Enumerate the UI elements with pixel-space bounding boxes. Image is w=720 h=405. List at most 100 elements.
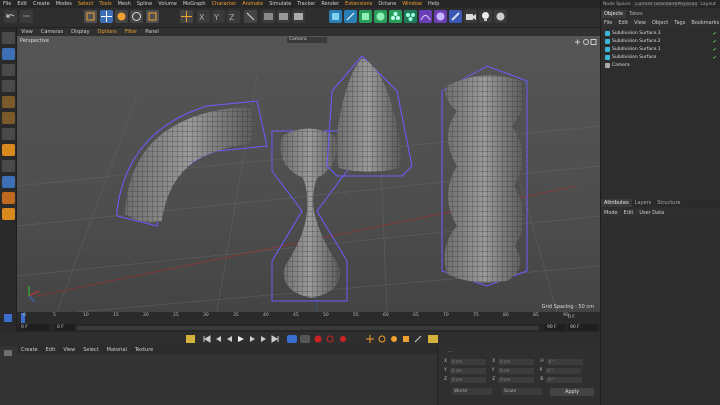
y-axis-icon[interactable]: Y: [212, 10, 225, 23]
menu-octane[interactable]: Octane: [375, 0, 399, 8]
viewport-menu-cameras[interactable]: Cameras: [37, 28, 67, 36]
camera-icon[interactable]: [464, 10, 477, 23]
start-frame-field[interactable]: 0 F: [19, 324, 49, 331]
menu-extensions[interactable]: Extensions: [342, 0, 375, 8]
go-to-end-icon[interactable]: [271, 335, 279, 343]
make-editable-icon[interactable]: [2, 32, 15, 44]
attributes-menu-mode[interactable]: Mode: [601, 209, 621, 217]
key-param-icon[interactable]: [402, 335, 410, 343]
coord-value-field[interactable]: 0 cm: [449, 367, 486, 374]
coord-value-field[interactable]: 0 °: [546, 376, 583, 383]
layout-label[interactable]: Layout: [698, 2, 717, 7]
range-start-field[interactable]: 0 F: [55, 324, 75, 331]
tab-takes[interactable]: Takes: [626, 10, 646, 18]
object-list-item[interactable]: Camera: [605, 62, 717, 69]
menu-window[interactable]: Window: [399, 0, 425, 8]
enabled-check-icon[interactable]: ✔: [713, 47, 717, 53]
scene-icon[interactable]: [449, 10, 462, 23]
record-keys-icon[interactable]: [300, 335, 310, 343]
material-menu-create[interactable]: Create: [17, 346, 42, 354]
menu-select[interactable]: Select: [75, 0, 96, 8]
material-menu-texture[interactable]: Texture: [131, 346, 157, 354]
environment-icon[interactable]: [434, 10, 447, 23]
world-coordinates-icon[interactable]: [244, 10, 257, 23]
objects-menu-bookmarks[interactable]: Bookmarks: [688, 19, 720, 27]
attributes-menu-user-data[interactable]: User Data: [636, 209, 667, 217]
next-key-icon[interactable]: [260, 335, 268, 343]
coord-value-field[interactable]: 0 cm: [450, 376, 487, 383]
recent-tools-icon[interactable]: [146, 10, 159, 23]
objects-menu-file[interactable]: File: [601, 19, 615, 27]
menu-mesh[interactable]: Mesh: [115, 0, 134, 8]
range-slider[interactable]: [77, 326, 539, 330]
viewport-menu-view[interactable]: View: [17, 28, 37, 36]
objects-menu-edit[interactable]: Edit: [615, 19, 631, 27]
cloner-icon[interactable]: [389, 10, 402, 23]
scale-icon[interactable]: [115, 10, 128, 23]
menu-character[interactable]: Character: [209, 0, 240, 8]
enabled-check-icon[interactable]: ✔: [713, 31, 717, 37]
snapping-icon[interactable]: [2, 160, 15, 172]
menu-animate[interactable]: Animate: [239, 0, 266, 8]
menu-mograph[interactable]: MoGraph: [180, 0, 209, 8]
objects-menu-object[interactable]: Object: [649, 19, 671, 27]
tab-structure[interactable]: Structure: [654, 199, 683, 207]
edges-mode-icon[interactable]: [2, 112, 15, 124]
coord-type-select[interactable]: Scale: [502, 388, 542, 395]
octane-icon[interactable]: [494, 10, 507, 23]
menu-spline[interactable]: Spline: [134, 0, 155, 8]
object-list-item[interactable]: Subdivision Surface.2 ✔: [605, 38, 717, 45]
coord-value-field[interactable]: 0 cm: [497, 367, 534, 374]
object-list-item[interactable]: Subdivision Surface.1 ✔: [605, 46, 717, 53]
motion-system-icon[interactable]: [186, 335, 195, 343]
z-axis-icon[interactable]: Z: [227, 10, 240, 23]
previous-frame-icon[interactable]: [225, 335, 233, 343]
undo-icon[interactable]: [4, 10, 17, 23]
objects-menu-view[interactable]: View: [631, 19, 649, 27]
next-frame-icon[interactable]: [249, 335, 257, 343]
texture-mode-icon[interactable]: [2, 64, 15, 76]
key-scale-icon[interactable]: [390, 335, 398, 343]
loop-icon[interactable]: [287, 335, 297, 343]
key-position-icon[interactable]: [366, 335, 374, 343]
current-frame-field[interactable]: 0 F: [568, 315, 575, 320]
previous-key-icon[interactable]: [214, 335, 222, 343]
coord-value-field[interactable]: 0 cm: [498, 358, 535, 365]
field-icon[interactable]: [404, 10, 417, 23]
menu-tools[interactable]: Tools: [96, 0, 114, 8]
play-icon[interactable]: [237, 335, 245, 343]
end-frame-field[interactable]: 90 F: [568, 324, 598, 331]
subdivision-surface-icon[interactable]: [359, 10, 372, 23]
menu-simulate[interactable]: Simulate: [266, 0, 294, 8]
menu-volume[interactable]: Volume: [155, 0, 180, 8]
perspective-viewport[interactable]: Perspective Camera Grid Spacing: 50 cm: [17, 36, 600, 312]
enabled-check-icon[interactable]: ✔: [713, 55, 717, 61]
coord-dots[interactable]: ...: [448, 348, 453, 354]
tab-attributes[interactable]: Attributes: [601, 199, 632, 207]
pen-icon[interactable]: [344, 10, 357, 23]
key-rotation-icon[interactable]: [378, 335, 386, 343]
workplane-icon[interactable]: [2, 80, 15, 92]
viewport-solo-icon[interactable]: [2, 208, 15, 220]
tweak-mode-icon[interactable]: [2, 192, 15, 204]
autokey-icon[interactable]: [326, 335, 334, 343]
coord-mode-select[interactable]: World: [452, 388, 492, 395]
enabled-check-icon[interactable]: ✔: [713, 39, 717, 45]
material-manager-area[interactable]: [17, 354, 437, 405]
menu-modes[interactable]: Modes: [53, 0, 75, 8]
axis-mode-icon[interactable]: [2, 144, 15, 156]
tab-objects[interactable]: Objects: [601, 10, 626, 18]
object-list-item[interactable]: Subdivision Surface ✔: [605, 54, 717, 61]
go-to-start-icon[interactable]: [203, 335, 211, 343]
key-pla-icon[interactable]: [414, 335, 422, 343]
polygons-mode-icon[interactable]: [2, 128, 15, 140]
material-menu-edit[interactable]: Edit: [42, 346, 60, 354]
range-end-field[interactable]: 90 F: [545, 324, 565, 331]
object-list-item[interactable]: Subdivision Surface.3 ✔: [605, 30, 717, 37]
cube-icon[interactable]: [329, 10, 342, 23]
coord-value-field[interactable]: 0 cm: [498, 376, 535, 383]
render-settings-icon[interactable]: [292, 10, 305, 23]
timeline-ruler[interactable]: 0 5 10 15 20 25 30 35 40 45 50 55 60 65 70 75 80 85 90: [17, 312, 600, 324]
node-space-select[interactable]: Current (Standard/Physical): [633, 1, 699, 7]
coord-value-field[interactable]: 0 °: [545, 367, 582, 374]
